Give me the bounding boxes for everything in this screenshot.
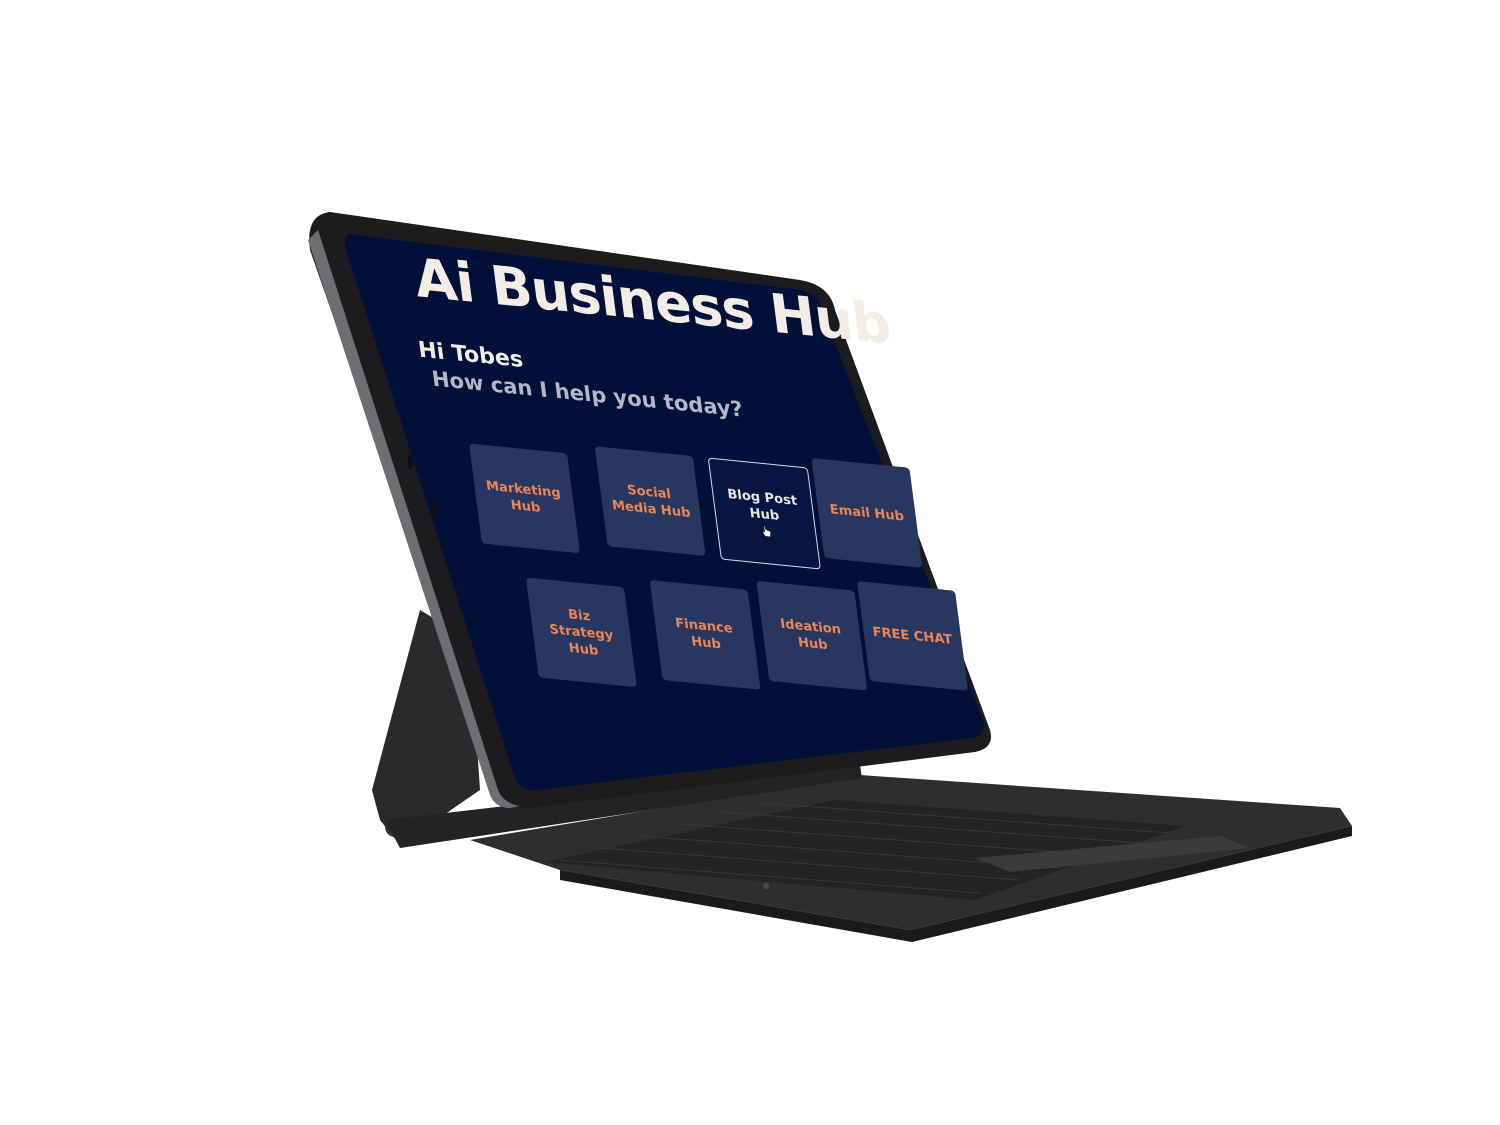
hub-tile-label: Social Media Hub bbox=[611, 482, 692, 522]
hub-tile-label: Ideation Hub bbox=[779, 616, 842, 654]
hub-tile-label: FREE CHAT bbox=[871, 624, 954, 648]
hub-tile[interactable]: Ideation Hub bbox=[756, 580, 868, 691]
prompt-text: How can I help you today? bbox=[430, 366, 745, 422]
hub-tile[interactable]: Blog Post Hub bbox=[707, 457, 821, 570]
hub-tile[interactable]: Finance Hub bbox=[649, 580, 761, 690]
hub-tile[interactable]: Email Hub bbox=[811, 458, 923, 568]
hub-tile-label: Biz Strategy Hub bbox=[548, 606, 615, 659]
hub-tile-label: Marketing Hub bbox=[485, 478, 562, 516]
hub-tile-label: Blog Post Hub bbox=[726, 487, 799, 524]
hand-pointer-icon bbox=[762, 526, 771, 538]
device-mockup: Ai Business Hub Hi Tobes How can I help … bbox=[0, 0, 1500, 1125]
hub-tile-label: Finance Hub bbox=[674, 616, 734, 653]
hub-tile-label: Email Hub bbox=[828, 501, 905, 525]
hub-tile[interactable]: Marketing Hub bbox=[469, 443, 580, 554]
hub-tile[interactable]: Biz Strategy Hub bbox=[525, 577, 637, 688]
app-screen: Ai Business Hub Hi Tobes How can I help … bbox=[348, 234, 1006, 813]
hub-tile[interactable]: FREE CHAT bbox=[857, 581, 968, 691]
hub-tile[interactable]: Social Media Hub bbox=[594, 446, 706, 556]
